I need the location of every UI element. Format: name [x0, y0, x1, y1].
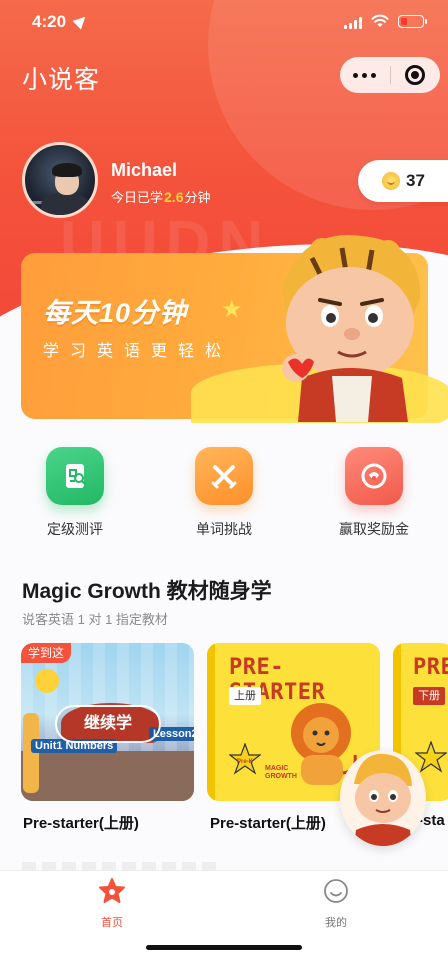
textbook-name: Pre-starter(上册): [210, 815, 326, 832]
app-title: 小说客: [22, 66, 101, 94]
assessment-doc-icon: [46, 447, 104, 505]
coin-smile-icon: [382, 172, 400, 190]
smiley-face-icon: [324, 879, 348, 903]
reward-coin-icon: [345, 447, 403, 505]
user-name: Michael: [111, 160, 178, 180]
section-title: Magic Growth 教材随身学: [22, 580, 272, 603]
pre-k-star-icon: [415, 741, 447, 773]
textbook-name: Pre-starter(上册): [23, 815, 139, 832]
textbook-card-continue[interactable]: Unit1 Numbers Lesson2 继续学 学到这: [21, 643, 194, 801]
close-miniapp-button[interactable]: [390, 57, 440, 93]
banner-subtitle: 学习英语更轻松: [43, 343, 233, 360]
study-minutes: 2.6: [164, 189, 184, 205]
location-arrow-icon: [72, 12, 90, 30]
status-bar: 4:20: [0, 0, 448, 46]
target-circle-icon: [405, 65, 426, 85]
star-icon: ★: [221, 296, 243, 323]
home-indicator[interactable]: [146, 945, 302, 950]
sun-illustration: [35, 669, 59, 693]
volume-badge: 上册: [229, 687, 261, 705]
study-time-text: 今日已学2.6分钟: [111, 189, 211, 205]
tab-mine[interactable]: 我的: [296, 877, 376, 930]
avatar[interactable]: [22, 142, 98, 218]
more-dots-icon[interactable]: [340, 57, 390, 93]
home-star-icon: [99, 878, 125, 903]
tab-mine-label: 我的: [325, 917, 347, 929]
tiger-hat-mascot-illustration: [282, 235, 421, 422]
wifi-icon: [371, 14, 389, 27]
tab-home[interactable]: 首页: [72, 877, 152, 930]
brand-logo-text: MAGIC GROWTH: [265, 765, 297, 780]
battery-icon: [398, 15, 427, 28]
word-challenge-label: 单词挑战: [196, 521, 252, 537]
banner-headline: 每天10分钟: [43, 298, 188, 328]
section-subtitle: 说客英语 1 对 1 指定教材: [22, 612, 168, 627]
crossed-swords-icon: [195, 447, 253, 505]
tab-home-label: 首页: [101, 917, 123, 929]
pre-k-star-icon: Pre-K: [229, 743, 261, 775]
cellular-signal-icon: [344, 17, 362, 29]
earn-reward-label: 赢取奖励金: [339, 521, 409, 537]
book-cover-title: PRE: [413, 655, 448, 680]
level-test-button[interactable]: 定级测评: [15, 447, 135, 539]
coin-balance-button[interactable]: 37: [358, 160, 448, 202]
progress-tag: 学到这: [21, 643, 72, 663]
earn-reward-button[interactable]: 赢取奖励金: [314, 447, 434, 539]
miniapp-capsule: [340, 57, 440, 93]
next-section-peek: [22, 862, 222, 870]
word-challenge-button[interactable]: 单词挑战: [164, 447, 284, 539]
floating-mascot-button[interactable]: [340, 750, 426, 846]
giraffe-illustration: [23, 713, 39, 793]
coin-count: 37: [406, 171, 425, 190]
svg-text:Pre-K: Pre-K: [237, 759, 254, 765]
level-test-label: 定级测评: [47, 521, 103, 537]
volume-badge: 下册: [413, 687, 445, 705]
continue-learning-button[interactable]: 继续学: [55, 705, 161, 743]
mascot-avatar-illustration: [354, 753, 412, 846]
status-time: 4:20: [32, 12, 67, 31]
